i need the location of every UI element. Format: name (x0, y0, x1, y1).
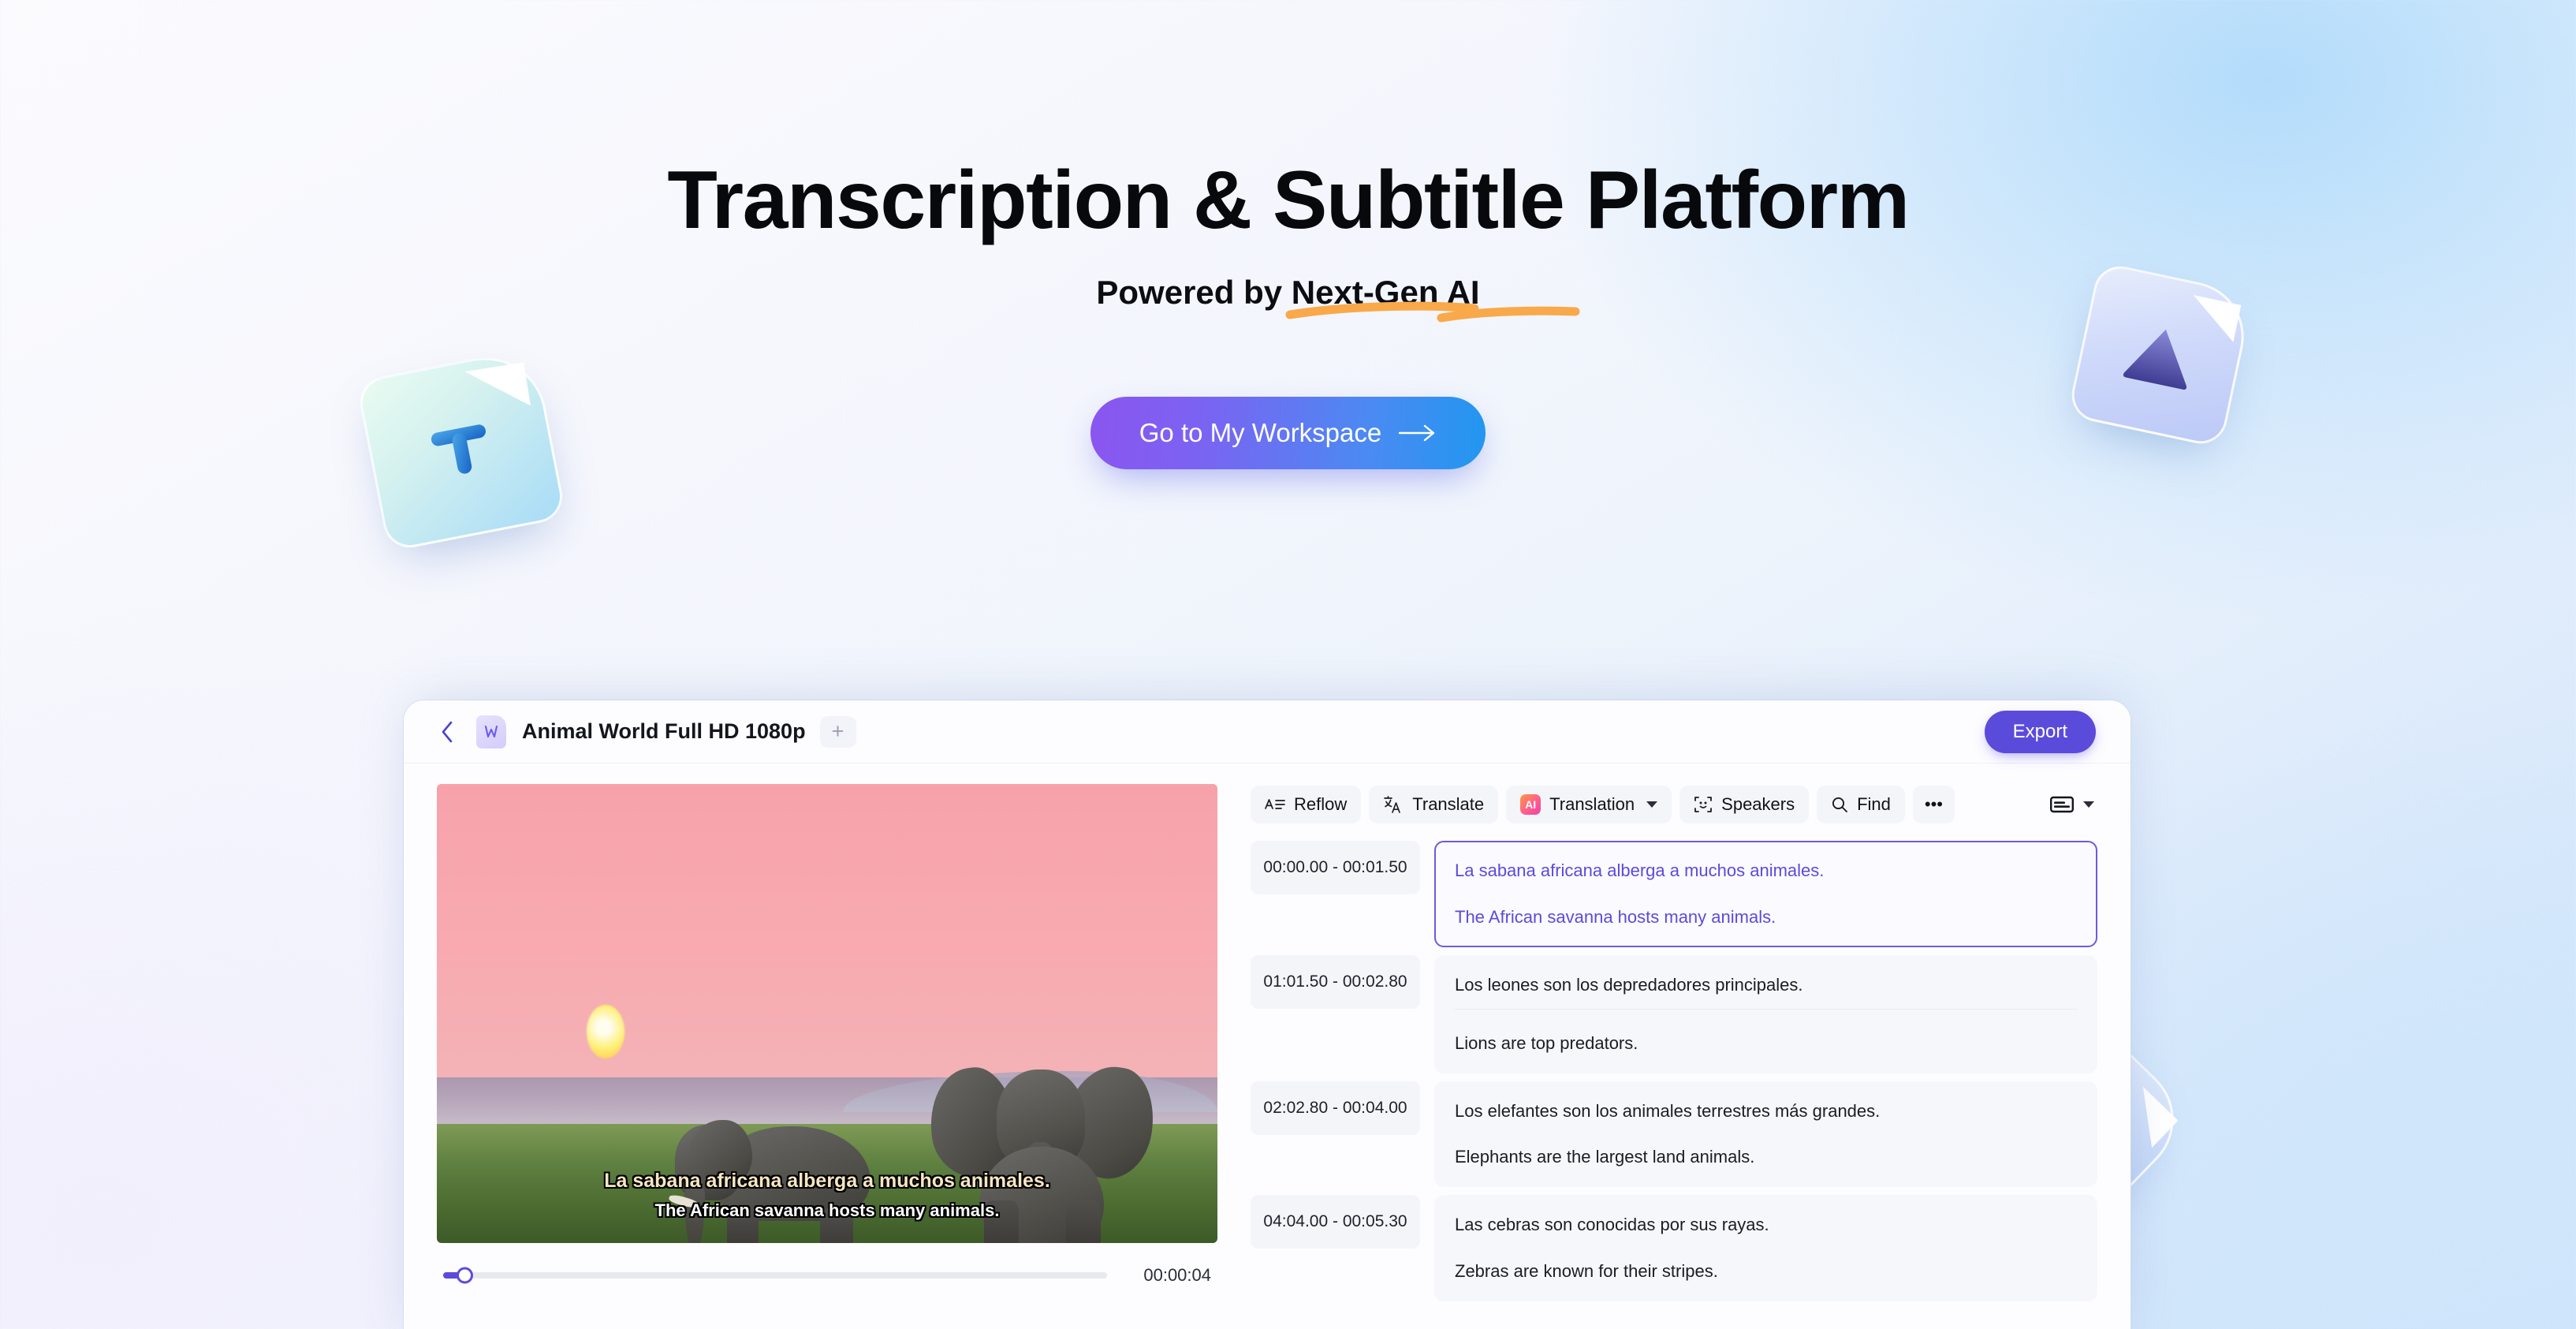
subtitle-row-3[interactable]: 02:02.80 - 00:04.00 Los elefantes son lo… (1251, 1081, 2097, 1188)
speakers-icon (1694, 797, 1713, 812)
go-to-workspace-button[interactable]: Go to My Workspace (1090, 397, 1486, 470)
video-panel: La sabana africana alberga a muchos anim… (437, 784, 1217, 1329)
subtitle-source-text: Las cebras son conocidas por sus rayas. (1455, 1215, 1769, 1235)
app-window: Animal World Full HD 1080p + Export La s… (404, 700, 2131, 1329)
subtitle-source-text: Los elefantes son los animales terrestre… (1455, 1100, 1881, 1121)
subtitle-view-icon (2050, 796, 2074, 813)
chevron-down-icon (1646, 801, 1658, 808)
sun-icon (587, 1005, 624, 1058)
translation-dropdown-button[interactable]: AI Translation (1506, 786, 1672, 823)
subtitle-text-block[interactable]: La sabana africana alberga a muchos anim… (1434, 841, 2097, 947)
video-preview[interactable]: La sabana africana alberga a muchos anim… (437, 784, 1217, 1243)
subtitle-translation-text: The African savanna hosts many animals. (1455, 906, 1776, 927)
seek-handle[interactable] (456, 1267, 473, 1284)
arrow-right-icon (1399, 424, 1435, 442)
subtitle-translation-text: Zebras are known for their stripes. (1455, 1261, 1718, 1282)
subtitle-timecode[interactable]: 00:00.00 - 00:01.50 (1251, 841, 1420, 894)
subtitle-text-block[interactable]: Los elefantes son los animales terrestre… (1434, 1081, 2097, 1188)
subtitle-timecode[interactable]: 01:01.50 - 00:02.80 (1251, 954, 1420, 1009)
document-title: Animal World Full HD 1080p (522, 719, 806, 743)
speakers-button[interactable]: Speakers (1679, 786, 1810, 823)
video-subtitle-overlay: La sabana africana alberga a muchos anim… (437, 1168, 1217, 1223)
handdrawn-underline-icon (1285, 301, 1580, 323)
player-controls: 00:00:04 (437, 1265, 1217, 1286)
app-body: La sabana africana alberga a muchos anim… (404, 763, 2131, 1329)
export-button[interactable]: Export (1984, 710, 2096, 753)
view-mode-toggle[interactable] (2047, 787, 2097, 822)
hero-subtitle-accent-wrap: Next-Gen AI (1285, 274, 1580, 323)
subtitle-text-block[interactable]: Los leones son los depredadores principa… (1434, 954, 2097, 1073)
app-titlebar: Animal World Full HD 1080p + Export (404, 700, 2131, 763)
subtitle-translation-text: Elephants are the largest land animals. (1455, 1147, 1755, 1167)
page-title: Transcription & Subtitle Platform (667, 155, 1910, 246)
reflow-icon (1265, 799, 1285, 809)
translate-label: Translate (1412, 794, 1485, 814)
search-icon (1832, 797, 1848, 812)
subtitle-timecode[interactable]: 02:02.80 - 00:04.00 (1251, 1081, 1420, 1135)
subtitle-text-block[interactable]: Las cebras son conocidas por sus rayas. … (1434, 1195, 2097, 1302)
subtitle-editor-panel: Reflow Translate AI Translation Speakers… (1251, 784, 2097, 1329)
subtitle-row-1[interactable]: 00:00.00 - 00:01.50 La sabana africana a… (1251, 841, 2097, 947)
subtitle-row-4[interactable]: 04:04.00 - 00:05.30 Las cebras son conoc… (1251, 1195, 2097, 1302)
subtitle-source-text: La sabana africana alberga a muchos anim… (1455, 860, 1825, 880)
subtitle-translation-text: Lions are top predators. (1455, 1032, 1638, 1053)
find-label: Find (1857, 794, 1891, 814)
back-button[interactable] (435, 720, 459, 744)
subtitle-list: 00:00.00 - 00:01.50 La sabana africana a… (1251, 841, 2097, 1302)
w-mark-icon (484, 725, 498, 737)
translate-button[interactable]: Translate (1369, 786, 1499, 823)
subtitle-source-text: Los leones son los depredadores principa… (1455, 974, 1803, 995)
speakers-label: Speakers (1721, 794, 1795, 814)
more-options-button[interactable]: ••• (1912, 786, 1955, 823)
hero-subtitle-prefix: Powered by (1096, 274, 1292, 312)
translation-label: Translation (1549, 794, 1635, 814)
add-tab-button[interactable]: + (819, 715, 856, 748)
reflow-label: Reflow (1294, 794, 1348, 814)
hero-subtitle: Powered by Next-Gen AI (1096, 274, 1580, 323)
chevron-down-icon (2083, 801, 2094, 808)
editor-toolbar: Reflow Translate AI Translation Speakers… (1251, 786, 2097, 823)
chevron-left-icon (442, 721, 453, 742)
subtitle-timecode[interactable]: 04:04.00 - 00:05.30 (1251, 1195, 1420, 1249)
video-subtitle-primary: La sabana africana alberga a muchos anim… (604, 1169, 1050, 1192)
current-time-label: 00:00:04 (1143, 1265, 1211, 1285)
seek-bar[interactable] (443, 1267, 1107, 1284)
reflow-button[interactable]: Reflow (1251, 786, 1362, 823)
cta-label: Go to My Workspace (1139, 418, 1382, 448)
hero-section: Transcription & Subtitle Platform Powere… (0, 0, 2576, 470)
cta-container: Go to My Workspace (0, 397, 2576, 470)
video-subtitle-secondary: The African savanna hosts many animals. (654, 1200, 1000, 1221)
ai-badge-icon: AI (1520, 794, 1541, 815)
find-button[interactable]: Find (1817, 786, 1905, 823)
translate-icon (1384, 796, 1401, 813)
subtitle-row-2[interactable]: 01:01.50 - 00:02.80 Los leones son los d… (1251, 954, 2097, 1073)
document-icon (476, 715, 506, 748)
subtitle-inner-divider (1455, 1008, 2077, 1010)
